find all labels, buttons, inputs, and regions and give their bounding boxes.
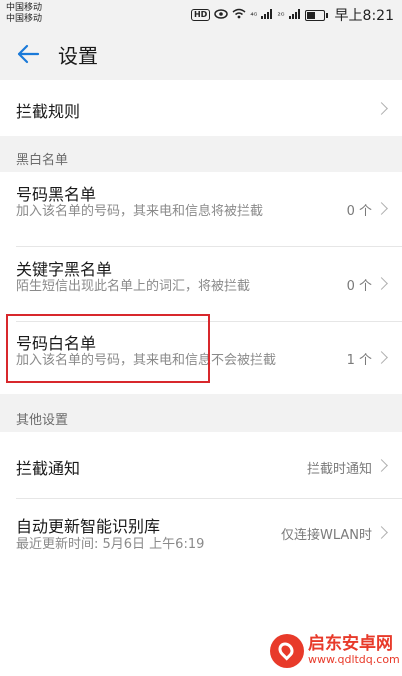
battery-icon	[304, 9, 328, 21]
hd-icon: HD	[190, 9, 211, 21]
section-title-other: 其他设置	[16, 413, 69, 428]
watermark-url: www.qdltdq.com	[308, 653, 400, 667]
auto-update-row[interactable]: 自动更新智能识别库 最近更新时间: 5月6日 上午6:19 仅连接WLAN时	[0, 499, 402, 571]
watermark: 启东安卓网 www.qdltdq.com	[270, 634, 400, 668]
status-icons: HD ⁴ᴳ ²ᴳ 早上8:21	[190, 5, 394, 25]
wifi-icon	[232, 7, 246, 23]
eye-icon	[214, 7, 229, 23]
signal-bars-icon	[261, 7, 273, 23]
auto-update-title: 自动更新智能识别库	[16, 517, 161, 536]
watermark-text: 启东安卓网 www.qdltdq.com	[308, 634, 400, 667]
number-blacklist-count: 0 个	[346, 204, 372, 219]
number-whitelist-title: 号码白名单	[16, 334, 97, 353]
chevron-right-icon	[375, 526, 388, 539]
intercept-rules-row[interactable]: 拦截规则	[0, 80, 402, 136]
auto-update-time: 最近更新时间: 5月6日 上午6:19	[16, 537, 205, 552]
page-title: 设置	[58, 43, 98, 68]
app-header: 设置	[0, 28, 402, 80]
intercept-rules-card: 拦截规则	[0, 80, 402, 136]
section-title-blackwhite: 黑白名单	[16, 153, 69, 168]
number-whitelist-count: 1 个	[346, 353, 372, 368]
intercept-rules-title: 拦截规则	[16, 102, 81, 121]
keyword-blacklist-title: 关键字黑名单	[16, 260, 113, 279]
carrier-1-label: 中国移动	[6, 3, 43, 13]
chevron-right-icon	[375, 459, 388, 472]
carrier-2-label: 中国移动	[6, 14, 43, 24]
number-blacklist-title: 号码黑名单	[16, 185, 97, 204]
back-arrow-icon	[17, 44, 40, 64]
back-button[interactable]	[0, 28, 56, 80]
signal-4g-icon: ⁴ᴳ	[250, 10, 258, 20]
intercept-notify-title: 拦截通知	[16, 459, 81, 478]
chevron-right-icon	[375, 277, 388, 290]
auto-update-value: 仅连接WLAN时	[280, 528, 372, 543]
clock: 早上8:21	[334, 8, 394, 24]
chevron-right-icon	[375, 351, 388, 364]
intercept-notify-row[interactable]: 拦截通知 拦截时通知	[0, 432, 402, 498]
intercept-notify-value: 拦截时通知	[306, 462, 372, 477]
blackwhite-card: 号码黑名单 加入该名单的号码，其来电和信息将被拦截 0 个 关键字黑名单 陌生短…	[0, 172, 402, 394]
watermark-name: 启东安卓网	[308, 634, 393, 655]
keyword-blacklist-count: 0 个	[346, 279, 372, 294]
number-whitelist-desc: 加入该名单的号码，其来电和信息不会被拦截	[16, 353, 277, 368]
signal-bars-2-icon	[288, 7, 301, 23]
number-blacklist-desc: 加入该名单的号码，其来电和信息将被拦截	[16, 204, 264, 219]
signal-2g-icon: ²ᴳ	[277, 10, 285, 20]
number-whitelist-row[interactable]: 号码白名单 加入该名单的号码，其来电和信息不会被拦截 1 个	[0, 322, 402, 394]
carrier-info: 中国移动 中国移动	[6, 3, 42, 25]
keyword-blacklist-row[interactable]: 关键字黑名单 陌生短信出现此名单上的词汇，将被拦截 0 个	[0, 247, 402, 321]
chevron-right-icon	[375, 102, 388, 115]
number-blacklist-row[interactable]: 号码黑名单 加入该名单的号码，其来电和信息将被拦截 0 个	[0, 172, 402, 246]
watermark-logo-icon	[270, 634, 304, 668]
chevron-right-icon	[375, 202, 388, 215]
status-bar: 中国移动 中国移动 HD ⁴ᴳ ²ᴳ 早上8:21	[0, 0, 402, 28]
keyword-blacklist-desc: 陌生短信出现此名单上的词汇，将被拦截	[16, 279, 251, 294]
